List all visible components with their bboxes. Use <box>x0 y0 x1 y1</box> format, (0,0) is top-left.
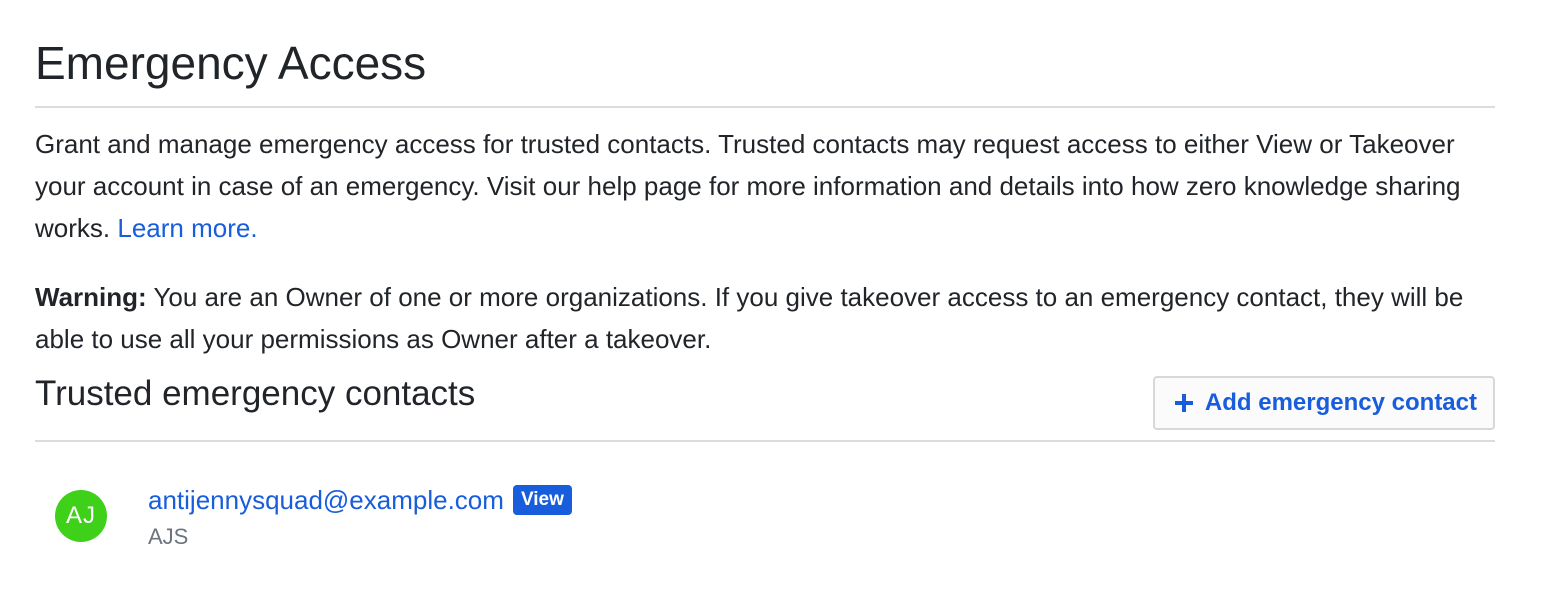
contacts-section-header: Trusted emergency contacts Add emergency… <box>35 372 1495 442</box>
warning-label: Warning: <box>35 282 147 312</box>
contact-email-line: antijennysquad@example.com View <box>148 480 572 520</box>
avatar-initials: AJ <box>65 502 96 529</box>
section-title: Trusted emergency contacts <box>35 374 476 413</box>
page-title: Emergency Access <box>35 37 427 89</box>
contact-email-link[interactable]: antijennysquad@example.com <box>148 485 504 516</box>
warning-text: You are an Owner of one or more organiza… <box>35 282 1464 354</box>
contact-name: AJS <box>148 524 189 549</box>
learn-more-link[interactable]: Learn more. <box>117 213 257 243</box>
list-item: AJ antijennysquad@example.com View AJS <box>35 442 1495 562</box>
plus-icon <box>1174 394 1193 412</box>
contact-info: antijennysquad@example.com View AJS <box>148 480 572 552</box>
page-description: Grant and manage emergency access for tr… <box>35 123 1495 249</box>
access-type-badge: View <box>512 485 572 515</box>
title-divider <box>35 106 1495 108</box>
add-emergency-contact-button[interactable]: Add emergency contact <box>1152 376 1495 430</box>
avatar: AJ <box>55 490 107 542</box>
owner-warning: Warning: You are an Owner of one or more… <box>35 276 1495 360</box>
add-button-label: Add emergency contact <box>1204 389 1477 416</box>
emergency-access-page: Emergency Access Grant and manage emerge… <box>35 0 1495 562</box>
